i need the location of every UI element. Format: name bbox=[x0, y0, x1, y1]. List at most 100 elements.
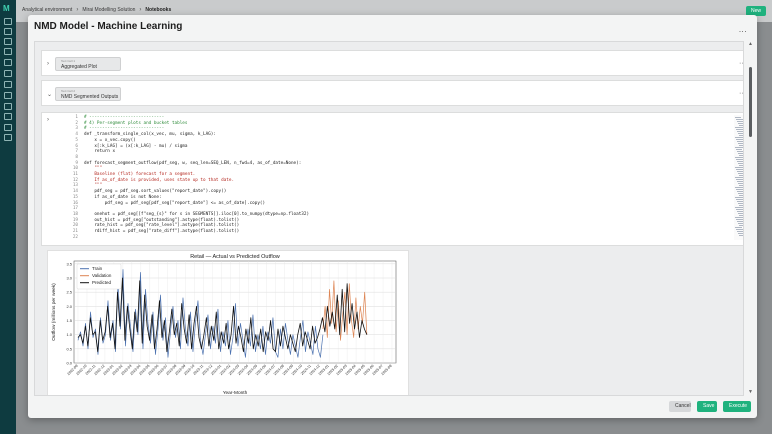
minimap-line bbox=[738, 203, 743, 204]
analytics-icon[interactable] bbox=[4, 59, 12, 66]
app-sidebar: M bbox=[0, 0, 16, 434]
minimap-line bbox=[738, 153, 743, 154]
cancel-button[interactable]: Cancel bbox=[669, 401, 691, 412]
minimap-line bbox=[739, 235, 743, 236]
minimap-line bbox=[736, 169, 743, 170]
code-line: return x bbox=[84, 149, 116, 155]
minimap-line bbox=[736, 199, 743, 200]
modal-footer: Cancel Save Execute bbox=[669, 401, 751, 412]
code-cell[interactable]: › ··· 1# -----------------------------2#… bbox=[41, 112, 743, 246]
code-minimap[interactable] bbox=[734, 115, 743, 240]
admin-icon[interactable] bbox=[4, 134, 12, 141]
minimap-line bbox=[737, 171, 743, 172]
y-axis-label: Outflow (millions per week) bbox=[51, 283, 57, 341]
minimap-line bbox=[735, 217, 743, 218]
minimap-line bbox=[739, 195, 743, 196]
minimap-line bbox=[738, 223, 743, 224]
chevron-down-icon[interactable]: ⌄ bbox=[47, 91, 52, 98]
link-icon[interactable] bbox=[4, 92, 12, 99]
minimap-line bbox=[739, 185, 743, 186]
minimap-line bbox=[738, 193, 743, 194]
minimap-line bbox=[738, 173, 743, 174]
cell-output: Retail — Actual vs Predicted Outflow 0.0 0… bbox=[47, 250, 409, 396]
minimap-line bbox=[739, 225, 743, 226]
notebook-content[interactable]: › Text Cell 1 Aggregated Plot ··· ⌄ Text… bbox=[34, 41, 744, 396]
y-tick-label: 1.5 bbox=[66, 318, 72, 323]
minimap-line bbox=[735, 157, 743, 158]
minimap-line bbox=[739, 155, 743, 156]
minimap-line bbox=[737, 131, 743, 132]
settings-icon[interactable] bbox=[4, 124, 12, 131]
text-cell[interactable]: › Text Cell 1 Aggregated Plot ··· bbox=[41, 50, 743, 76]
minimap-line bbox=[735, 227, 742, 228]
cell-menu-icon[interactable]: ··· bbox=[739, 90, 743, 97]
chevron-right-icon[interactable]: › bbox=[47, 117, 49, 123]
minimap-line bbox=[739, 215, 743, 216]
minimap-line bbox=[735, 127, 743, 128]
cell-chip[interactable]: Text Cell 1 Aggregated Plot bbox=[55, 57, 121, 71]
scroll-down-icon[interactable]: ▼ bbox=[748, 389, 753, 395]
tools-icon[interactable] bbox=[4, 70, 12, 77]
cell-name: NMD Segmented Outputs bbox=[61, 94, 119, 100]
minimap-line bbox=[737, 191, 743, 192]
minimap-line bbox=[738, 163, 743, 164]
minimap-line bbox=[736, 129, 743, 130]
breadcrumb: Analytical environment › Mirai Modelling… bbox=[22, 7, 171, 13]
minimap-line bbox=[735, 187, 743, 188]
x-axis-label: Year-Month bbox=[223, 390, 248, 396]
minimap-line bbox=[735, 137, 743, 138]
text-cell[interactable]: ⌄ Text Cell 2 NMD Segmented Outputs ··· bbox=[41, 80, 743, 106]
minimap-line bbox=[735, 167, 743, 168]
minimap-line bbox=[739, 175, 743, 176]
minimap-line bbox=[737, 211, 743, 212]
minimap-line bbox=[738, 143, 743, 144]
scroll-up-icon[interactable]: ▲ bbox=[748, 41, 753, 47]
minimap-line bbox=[736, 159, 743, 160]
globe-icon[interactable] bbox=[4, 103, 12, 110]
minimap-line bbox=[739, 135, 743, 136]
home-icon[interactable] bbox=[4, 18, 12, 25]
chart-title: Retail — Actual vs Predicted Outflow bbox=[190, 254, 280, 260]
minimap-line bbox=[736, 119, 743, 120]
execute-button[interactable]: Execute bbox=[723, 401, 751, 412]
minimap-line bbox=[738, 233, 743, 234]
minimap-line bbox=[739, 145, 743, 146]
minimap-line bbox=[739, 125, 743, 126]
reports-icon[interactable] bbox=[4, 48, 12, 55]
app-logo-icon[interactable]: M bbox=[3, 5, 13, 13]
modal-title: NMD Model - Machine Learning bbox=[34, 21, 183, 32]
more-menu-icon[interactable]: ... bbox=[739, 25, 747, 34]
models-icon[interactable] bbox=[4, 38, 12, 45]
breadcrumb-item[interactable]: Analytical environment bbox=[22, 7, 72, 13]
history-icon[interactable] bbox=[4, 113, 12, 120]
code-line: def forecast_segment_outflow(pdf_seg, w,… bbox=[84, 160, 302, 166]
notebooks-icon[interactable] bbox=[4, 81, 12, 88]
scrollbar-thumb[interactable] bbox=[749, 67, 752, 137]
minimap-line bbox=[738, 133, 743, 134]
legend-label: Validation bbox=[92, 273, 112, 278]
minimap-line bbox=[737, 141, 743, 142]
data-icon[interactable] bbox=[4, 28, 12, 35]
legend-label: Train bbox=[92, 266, 103, 271]
cell-chip[interactable]: Text Cell 2 NMD Segmented Outputs bbox=[55, 87, 121, 101]
minimap-line bbox=[738, 183, 743, 184]
y-tick-label: 2.5 bbox=[66, 290, 72, 295]
minimap-line bbox=[739, 205, 743, 206]
breadcrumb-item[interactable]: Mirai Modelling Solution bbox=[82, 7, 135, 13]
chevron-right-icon[interactable]: › bbox=[47, 61, 49, 67]
minimap-line bbox=[738, 123, 743, 124]
chevron-right-icon: › bbox=[139, 7, 142, 13]
cell-menu-icon[interactable]: ··· bbox=[739, 60, 743, 67]
minimap-line bbox=[736, 149, 742, 150]
cell-name: Aggregated Plot bbox=[61, 64, 97, 70]
y-tick-label: 3.0 bbox=[66, 276, 72, 281]
code-line: rdiff_hist = pdf_seg["rate_diff"].astype… bbox=[84, 229, 240, 234]
code-editor[interactable]: 1 # ----------------------------- 2 # 4) Pe… bbox=[66, 115, 743, 241]
chevron-right-icon: › bbox=[76, 7, 79, 13]
minimap-line bbox=[736, 139, 743, 140]
minimap-line bbox=[739, 165, 743, 166]
breadcrumb-current: Notebooks bbox=[145, 7, 172, 13]
outflow-line-chart: Retail — Actual vs Predicted Outflow 0.0 0… bbox=[51, 254, 397, 396]
save-button[interactable]: Save bbox=[697, 401, 717, 412]
minimap-line bbox=[737, 161, 743, 162]
